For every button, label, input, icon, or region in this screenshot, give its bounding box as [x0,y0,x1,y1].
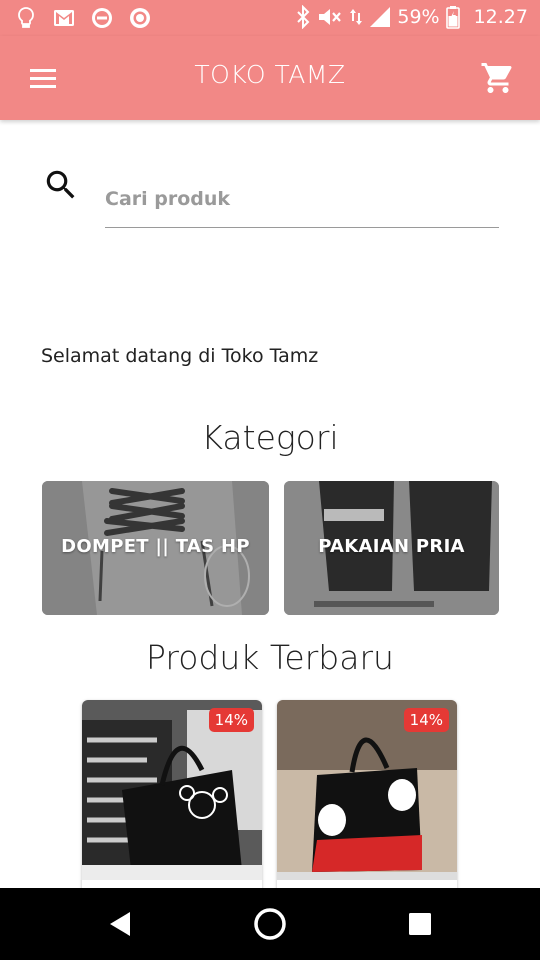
circle-app-icon [130,8,150,28]
products-title: Produk Terbaru [146,638,394,677]
discount-badge: 14% [208,708,254,732]
mute-icon [319,9,342,25]
app-title: TOKO TAMZ [194,60,346,89]
notification-icons [14,6,152,30]
bluetooth-icon [297,5,310,29]
status-bar: 59% 12.27 [0,0,540,36]
search-input[interactable] [105,176,499,228]
cart-icon [481,63,512,93]
battery-percent: 59% [397,6,440,28]
clock: 12.27 [473,6,528,28]
data-arrows-icon [350,9,363,25]
discount-badge: 14% [403,708,449,732]
screen: 59% 12.27 TOKO TAMZ Cari produk Selamat … [0,0,540,960]
system-icons: 59% 12.27 [295,5,528,29]
category-label: DOMPET || TAS HP [61,536,250,557]
categories-title: Kategori [201,418,339,457]
block-icon [92,8,112,28]
search-icon[interactable] [42,166,80,204]
cart-button[interactable] [480,60,516,96]
back-icon[interactable] [102,904,142,944]
welcome-text: Selamat datang di Toko Tamz [41,345,319,367]
app-bar: TOKO TAMZ [0,36,540,120]
battery-icon [445,6,460,29]
gmail-icon [54,10,74,26]
category-card-pakaian-pria[interactable]: PAKAIAN PRIA [284,481,499,615]
category-label: PAKAIAN PRIA [318,536,465,557]
recents-icon[interactable] [400,904,440,944]
lightbulb-icon [18,7,34,28]
signal-icon [370,7,391,27]
product-card[interactable]: 14% [277,700,457,900]
category-card-dompet[interactable]: DOMPET || TAS HP [42,481,269,615]
home-icon[interactable] [250,904,290,944]
navigation-bar [0,888,540,960]
product-card[interactable]: 14% [82,700,262,900]
